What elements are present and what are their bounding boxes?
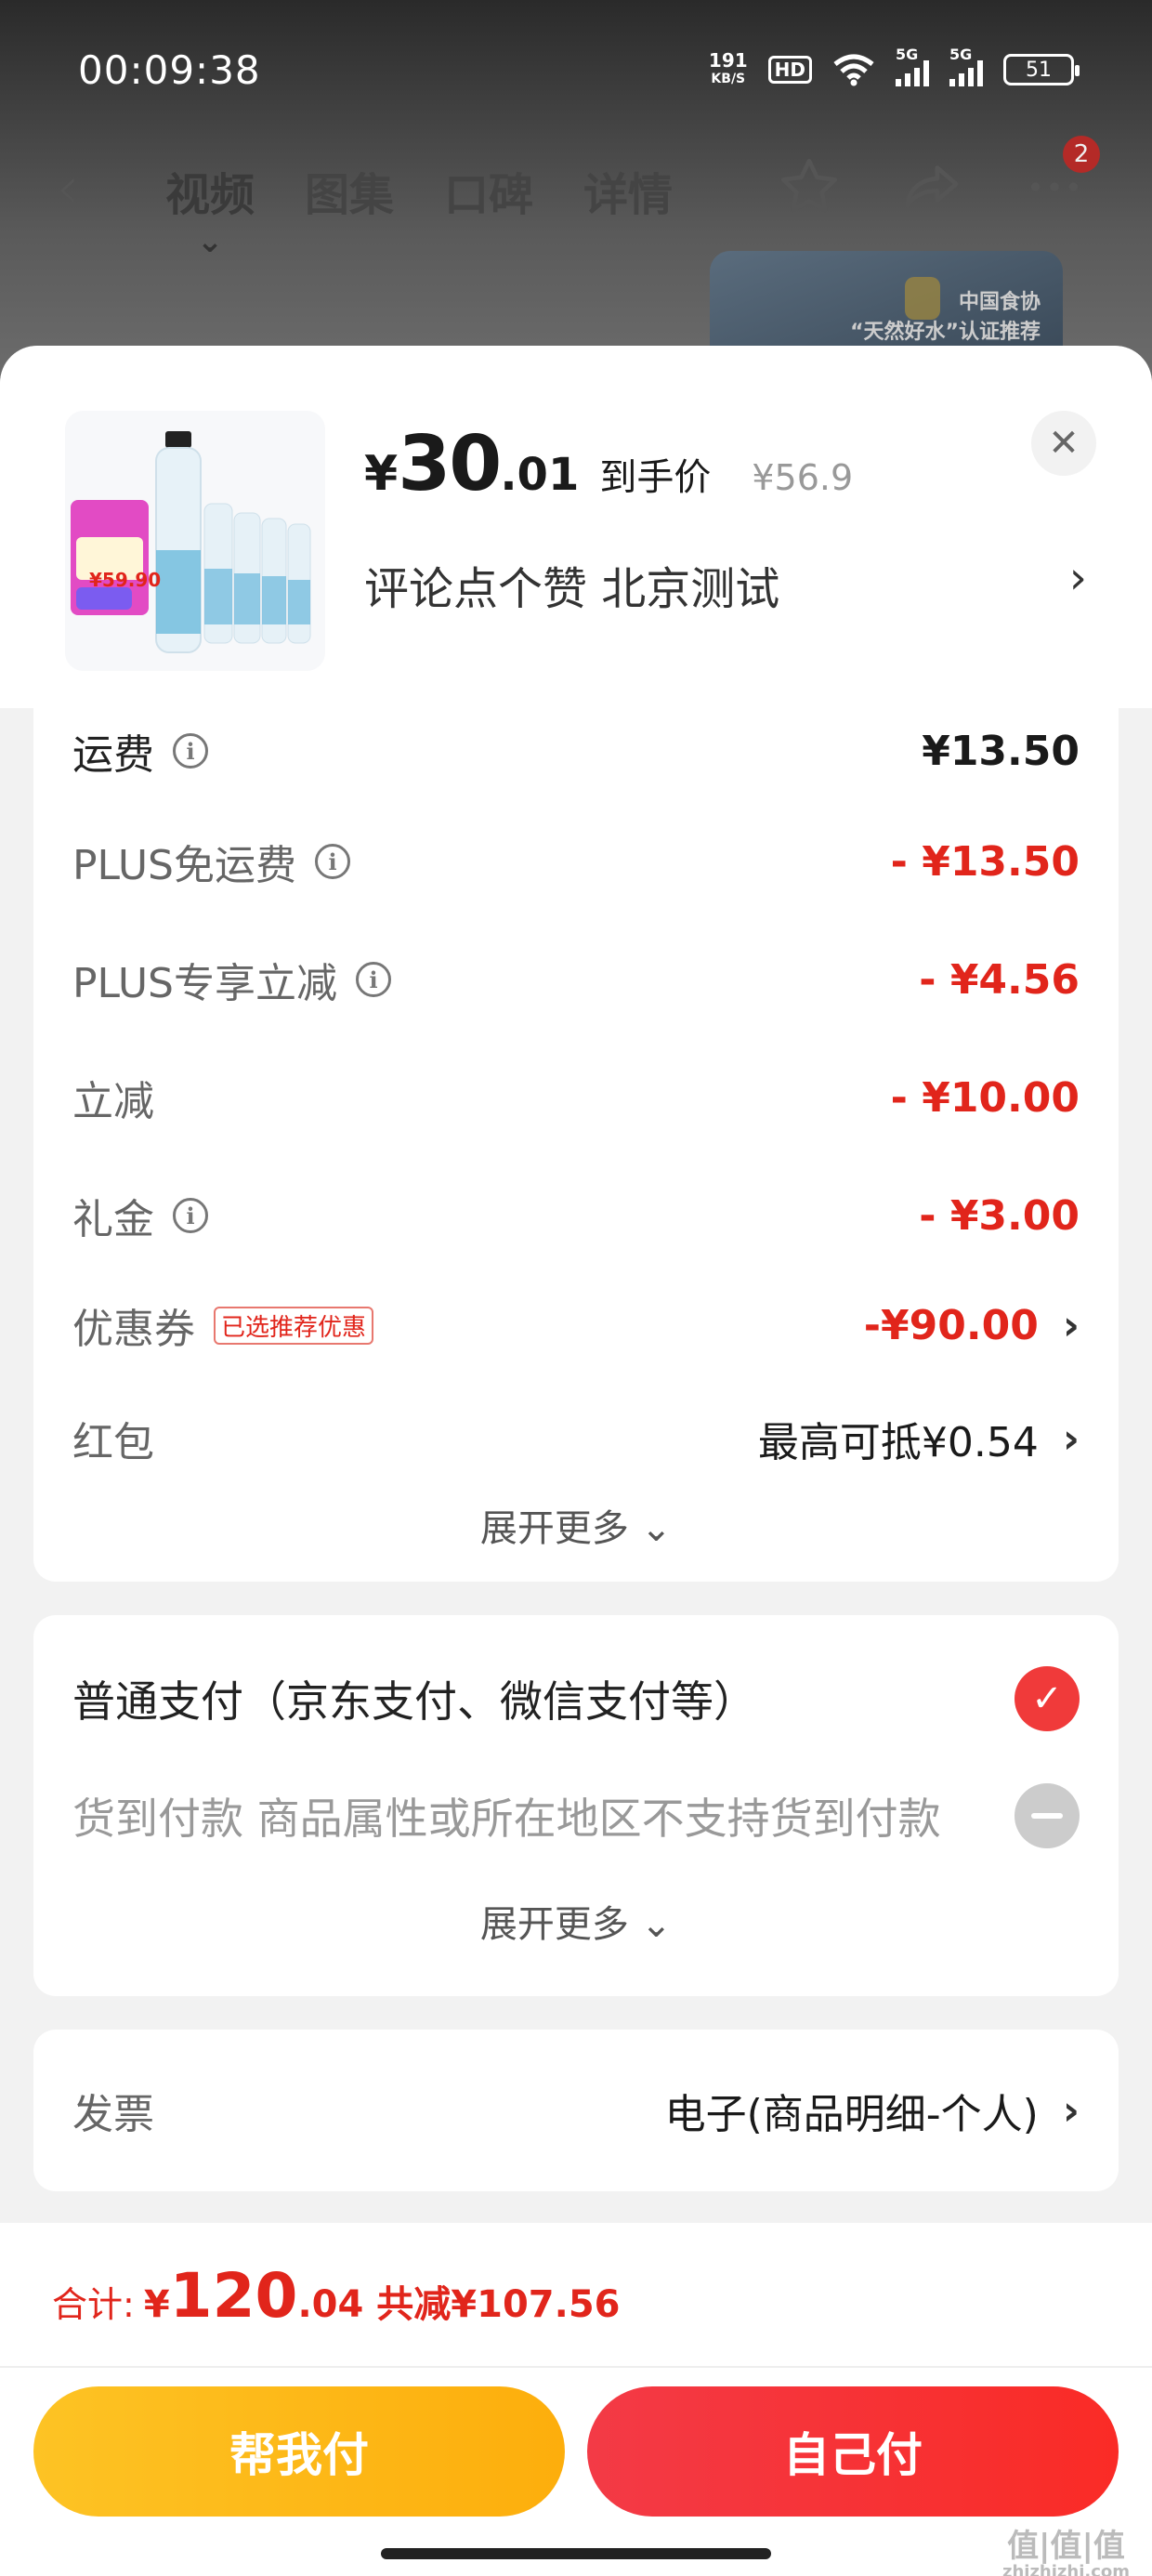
signal-icon-2: 5G	[949, 46, 983, 86]
expand-more-button[interactable]: 展开更多 ⌄	[33, 1894, 1119, 1948]
price-row: ¥ 30 .01 到手价 ¥56.9	[364, 420, 854, 508]
chevron-right-icon: ›	[1062, 1301, 1080, 1349]
divider	[0, 2366, 1152, 2368]
info-icon[interactable]: i	[315, 844, 350, 879]
freight-row: 运费 i ¥13.50	[72, 727, 1080, 780]
back-icon[interactable]: ‹	[56, 154, 80, 223]
payment-option-normal[interactable]: 普通支付（京东支付、微信支付等） ✓	[72, 1662, 1080, 1736]
coupon-tag: 已选推荐优惠	[214, 1306, 374, 1345]
final-price-tag: 到手价	[599, 456, 712, 499]
invoice-card[interactable]: 发票 电子(商品明细-个人) ›	[33, 2030, 1119, 2191]
background-page: 00:09:38 191 KB/S HD 5G 5G 51 ‹ 视频 ⌄ 图集 …	[0, 0, 1152, 390]
disabled-icon	[1015, 1783, 1080, 1848]
info-icon[interactable]: i	[173, 733, 208, 769]
coupon-row[interactable]: 优惠券 已选推荐优惠 -¥90.00 ›	[72, 1288, 1080, 1362]
chevron-right-icon: ›	[1068, 552, 1087, 604]
checkout-footer: 合计: ¥ 120 .04 共减¥107.56 帮我付 自己付 值|值|值 zh…	[0, 2223, 1152, 2576]
checkmark-icon[interactable]: ✓	[1015, 1666, 1080, 1731]
chevron-right-icon: ›	[1062, 1414, 1080, 1463]
expand-more-button[interactable]: 展开更多 ⌄	[33, 1498, 1119, 1552]
product-nav: ‹ 视频 图集 口碑 详情 2	[0, 136, 1152, 223]
tab-details[interactable]: 详情	[583, 158, 673, 223]
info-icon[interactable]: i	[173, 1198, 208, 1233]
message-badge: 2	[1063, 136, 1100, 173]
original-price: ¥56.9	[752, 457, 854, 498]
nav-actions	[777, 154, 1087, 219]
hd-icon: HD	[767, 56, 812, 84]
thumb-price: ¥59.90	[89, 569, 162, 591]
water-bottles-image	[65, 411, 325, 671]
plus-discount-row: PLUS专享立减 i - ¥4.56	[72, 955, 1080, 1008]
status-bar: 00:09:38 191 KB/S HD 5G 5G 51	[78, 37, 1080, 102]
tab-video[interactable]: 视频	[165, 158, 255, 223]
total-saved: 共减¥107.56	[376, 2283, 621, 2326]
net-speed: 191 KB/S	[708, 49, 748, 86]
product-header: ¥59.90 ¥ 30 .01 到手价 ¥56.9 评论点个赞 北京测试 › ✕	[0, 346, 1152, 708]
home-indicator[interactable]	[381, 2548, 771, 2559]
certification-seal-icon	[905, 277, 940, 320]
red-packet-row[interactable]: 红包 最高可抵¥0.54 ›	[72, 1401, 1080, 1476]
payment-option-cod: 货到付款 商品属性或所在地区不支持货到付款	[72, 1779, 1080, 1853]
close-icon[interactable]: ✕	[1031, 411, 1096, 476]
nav-tabs: 视频 图集 口碑 详情	[165, 158, 673, 223]
payment-method-card: 普通支付（京东支付、微信支付等） ✓ 货到付款 商品属性或所在地区不支持货到付款…	[33, 1615, 1119, 1996]
spec-selector[interactable]: 评论点个赞 北京测试 ›	[364, 552, 1087, 617]
wifi-icon	[833, 54, 874, 86]
tab-reviews[interactable]: 口碑	[444, 158, 533, 223]
spec-text: 评论点个赞 北京测试	[364, 563, 780, 615]
status-time: 00:09:38	[78, 46, 261, 93]
pay-myself-button[interactable]: 自己付	[587, 2386, 1119, 2517]
signal-icon-1: 5G	[896, 46, 929, 86]
final-price-int: 30	[398, 420, 502, 508]
chevron-down-icon: ⌄	[640, 1507, 673, 1550]
invoice-row[interactable]: 发票 电子(商品明细-个人) ›	[72, 2073, 1080, 2148]
watermark: 值|值|值 zhizhizhi.com	[1001, 2528, 1130, 2576]
chevron-right-icon: ›	[1062, 2086, 1080, 2135]
instant-discount-row: 立减 - ¥10.00	[72, 1073, 1080, 1126]
info-icon[interactable]: i	[356, 962, 391, 997]
favorite-star-icon[interactable]	[777, 154, 842, 219]
product-thumbnail[interactable]: ¥59.90	[65, 411, 325, 671]
final-price-dec: .01	[500, 449, 580, 501]
total-amount: 合计: ¥ 120 .04 共减¥107.56	[52, 2260, 621, 2332]
plus-free-shipping-row: PLUS免运费 i - ¥13.50	[72, 837, 1080, 890]
battery-icon: 51	[1003, 54, 1080, 85]
chevron-down-icon: ⌄	[640, 1903, 673, 1946]
help-me-pay-button[interactable]: 帮我付	[33, 2386, 565, 2517]
tab-gallery[interactable]: 图集	[305, 158, 394, 223]
share-icon[interactable]	[899, 154, 964, 219]
gift-money-row: 礼金 i - ¥3.00	[72, 1191, 1080, 1244]
